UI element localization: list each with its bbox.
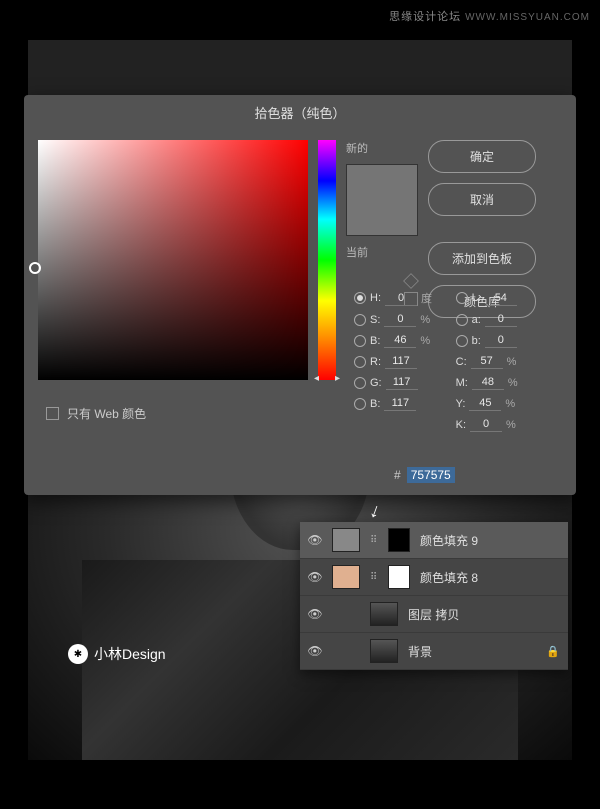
- radio-b[interactable]: [354, 335, 366, 347]
- input-h[interactable]: 0: [385, 291, 417, 306]
- radio-b2[interactable]: [456, 335, 468, 347]
- input-s[interactable]: 0: [384, 312, 416, 327]
- current-color-swatch[interactable]: [347, 200, 417, 235]
- input-g[interactable]: 117: [386, 375, 418, 390]
- layer-row[interactable]: 👁 图层 拷贝: [300, 596, 568, 633]
- watermark: 思缘设计论坛WWW.MISSYUAN.COM: [389, 8, 590, 24]
- checkbox-icon[interactable]: [46, 407, 59, 420]
- visibility-icon[interactable]: 👁: [308, 533, 322, 547]
- layer-mask[interactable]: [388, 528, 410, 552]
- layer-row[interactable]: 👁 ⠿ 颜色填充 8: [300, 559, 568, 596]
- current-label: 当前: [346, 244, 418, 260]
- input-l[interactable]: 54: [485, 291, 517, 306]
- hex-row: # 757575: [394, 467, 455, 483]
- input-k[interactable]: 0: [470, 417, 502, 432]
- input-c[interactable]: 57: [471, 354, 503, 369]
- layer-thumb[interactable]: [370, 639, 398, 663]
- layer-thumb[interactable]: [332, 565, 360, 589]
- visibility-icon[interactable]: 👁: [308, 607, 322, 621]
- radio-g[interactable]: [354, 377, 366, 389]
- input-b2[interactable]: 0: [485, 333, 517, 348]
- radio-l[interactable]: [456, 292, 468, 304]
- input-bb[interactable]: 117: [384, 396, 416, 411]
- hue-slider[interactable]: ◂▸: [318, 140, 336, 380]
- saturation-field[interactable]: [38, 140, 308, 380]
- layer-mask[interactable]: [388, 565, 410, 589]
- wechat-credit: ✱ 小林Design: [68, 644, 166, 664]
- radio-a[interactable]: [456, 314, 468, 326]
- hex-input[interactable]: 757575: [407, 467, 455, 483]
- radio-bb[interactable]: [354, 398, 366, 410]
- link-icon: ⠿: [370, 572, 378, 583]
- web-only-checkbox[interactable]: 只有 Web 颜色: [46, 405, 146, 422]
- wechat-icon: ✱: [68, 644, 88, 664]
- radio-s[interactable]: [354, 314, 366, 326]
- input-a[interactable]: 0: [485, 312, 517, 327]
- color-value-inputs: H:0度 L:54 S:0% a:0 B:46% b:0 R:117 C:57%…: [354, 290, 535, 432]
- ok-button[interactable]: 确定: [428, 140, 536, 173]
- link-icon: ⠿: [370, 535, 378, 546]
- input-m[interactable]: 48: [472, 375, 504, 390]
- new-label: 新的: [346, 140, 418, 156]
- layer-row[interactable]: 👁 背景 🔒: [300, 633, 568, 670]
- layer-row[interactable]: 👁 ⠿ 颜色填充 9: [300, 522, 568, 559]
- radio-r[interactable]: [354, 356, 366, 368]
- color-cursor[interactable]: [29, 262, 41, 274]
- visibility-icon[interactable]: 👁: [308, 644, 322, 658]
- cube-icon[interactable]: [403, 273, 419, 289]
- layers-panel: 👁 ⠿ 颜色填充 9 👁 ⠿ 颜色填充 8 👁 图层 拷贝 👁 背景 🔒: [300, 522, 568, 670]
- color-picker-dialog: 拾色器（纯色） ◂▸ 新的 当前 确定 取消 添加到色板 颜色库: [24, 95, 576, 495]
- input-y[interactable]: 45: [469, 396, 501, 411]
- radio-h[interactable]: [354, 292, 366, 304]
- new-color-swatch: [347, 165, 417, 200]
- add-swatch-button[interactable]: 添加到色板: [428, 242, 536, 275]
- visibility-icon[interactable]: 👁: [308, 570, 322, 584]
- layer-thumb[interactable]: [370, 602, 398, 626]
- layer-thumb[interactable]: [332, 528, 360, 552]
- input-r[interactable]: 117: [385, 354, 417, 369]
- dialog-title: 拾色器（纯色）: [24, 95, 576, 130]
- cancel-button[interactable]: 取消: [428, 183, 536, 216]
- lock-icon[interactable]: 🔒: [546, 645, 560, 658]
- input-bv[interactable]: 46: [384, 333, 416, 348]
